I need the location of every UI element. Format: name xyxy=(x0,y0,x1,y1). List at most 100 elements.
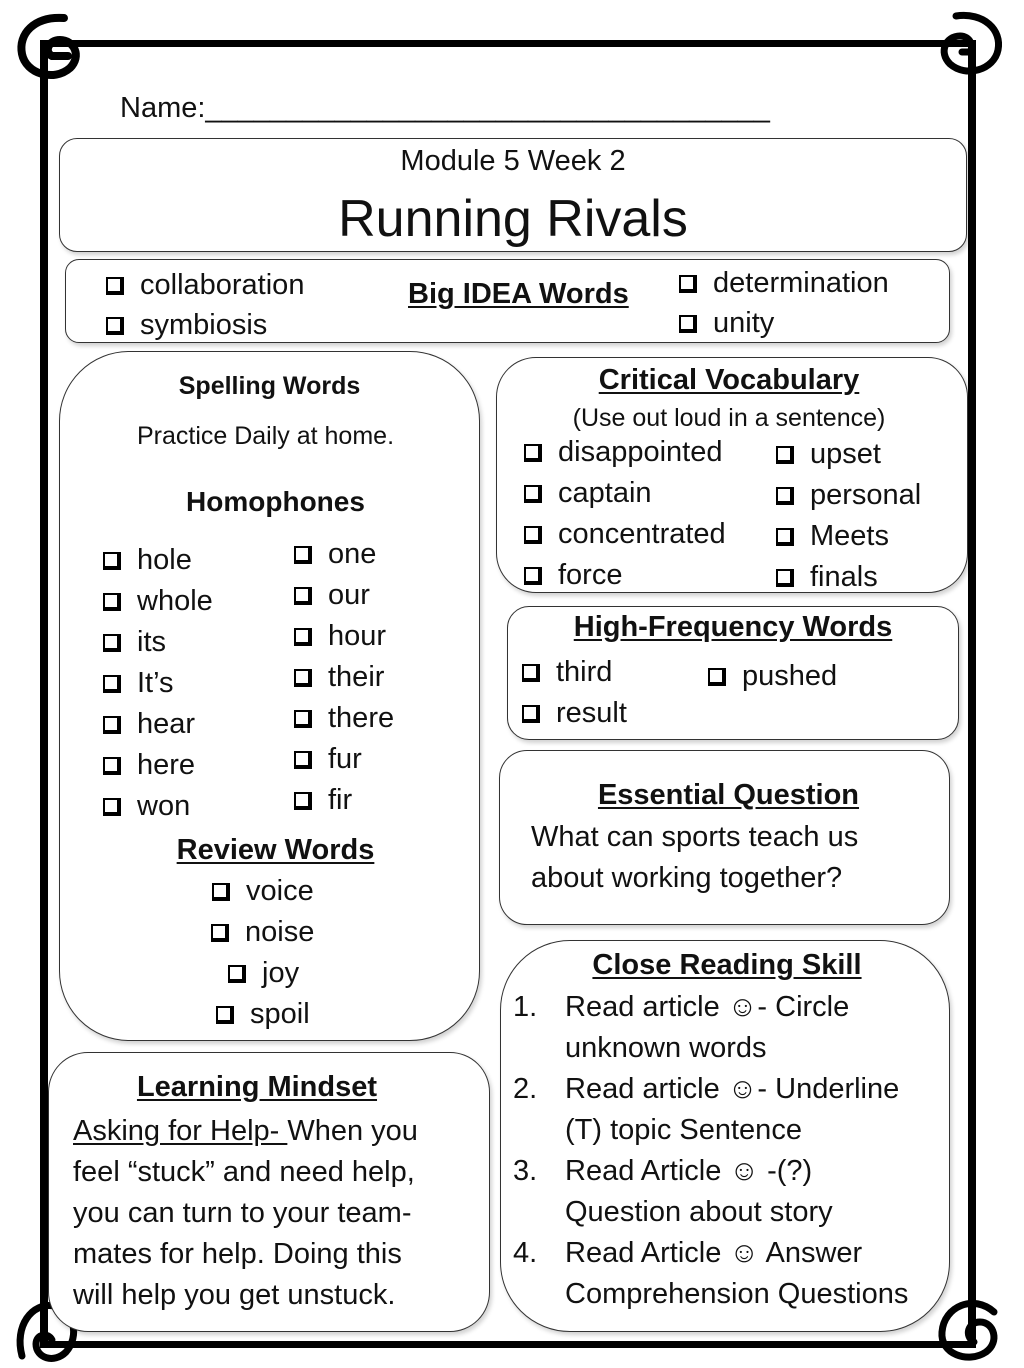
checklist-item[interactable]: hour xyxy=(294,619,386,653)
essential-question-box: Essential Question What can sports teach… xyxy=(499,750,950,925)
swirl-ornament-icon xyxy=(940,11,1003,75)
checklist-item[interactable]: concentrated xyxy=(524,517,726,551)
checklist-item[interactable]: fir xyxy=(294,783,352,817)
checkbox[interactable] xyxy=(776,446,794,464)
big-idea-heading: Big IDEA Words xyxy=(408,278,629,310)
checklist-item[interactable]: spoil xyxy=(216,997,310,1031)
checklist-item[interactable]: won xyxy=(103,789,190,823)
high-frequency-box: High-Frequency Words third result pushed xyxy=(507,606,959,740)
checkbox[interactable] xyxy=(211,924,229,942)
checklist-item[interactable]: its xyxy=(103,625,166,659)
spelling-subtitle: Practice Daily at home. xyxy=(136,422,395,450)
checkbox[interactable] xyxy=(524,485,542,503)
checklist-item[interactable]: captain xyxy=(524,476,652,510)
checklist-item[interactable]: joy xyxy=(228,956,299,990)
checkbox[interactable] xyxy=(294,710,312,728)
learning-mindset-line: will help you get unstuck. xyxy=(73,1279,396,1311)
checklist-item[interactable]: fur xyxy=(294,742,362,776)
asking-for-help-label: Asking for Help- xyxy=(73,1115,288,1147)
checkbox[interactable] xyxy=(524,567,542,585)
checkbox[interactable] xyxy=(103,798,121,816)
checklist-item[interactable]: third xyxy=(522,655,612,689)
checkbox[interactable] xyxy=(524,526,542,544)
module-label: Module 5 Week 2 xyxy=(400,145,626,177)
learning-mindset-line: you can turn to your team- xyxy=(73,1197,412,1229)
checklist-item[interactable]: hear xyxy=(103,707,195,741)
checklist-item[interactable]: finals xyxy=(776,560,878,594)
checklist-item[interactable]: collaboration xyxy=(106,268,304,302)
checkbox[interactable] xyxy=(106,277,124,295)
checklist-item[interactable]: voice xyxy=(212,874,314,908)
checkbox[interactable] xyxy=(776,487,794,505)
step-text: Comprehension Questions xyxy=(565,1278,909,1310)
checkbox[interactable] xyxy=(776,528,794,546)
step-text: (T) topic Sentence xyxy=(565,1114,802,1146)
big-idea-box: collaboration symbiosis Big IDEA Words d… xyxy=(65,259,950,343)
checklist-item[interactable]: It’s xyxy=(103,666,174,700)
checklist-item[interactable]: personal xyxy=(776,478,921,512)
checklist-item[interactable]: our xyxy=(294,578,370,612)
checklist-item[interactable]: one xyxy=(294,537,376,571)
checklist-item[interactable]: noise xyxy=(211,915,314,949)
checkbox[interactable] xyxy=(522,705,540,723)
checkbox[interactable] xyxy=(679,315,697,333)
checklist-item[interactable]: disappointed xyxy=(524,435,722,469)
step-text: Question about story xyxy=(565,1196,833,1228)
checkbox[interactable] xyxy=(522,664,540,682)
checkbox[interactable] xyxy=(212,883,230,901)
checkbox[interactable] xyxy=(103,593,121,611)
learning-mindset-line: feel “stuck” and need help, xyxy=(73,1156,415,1188)
essential-question-heading: Essential Question xyxy=(597,779,860,811)
checkbox[interactable] xyxy=(776,569,794,587)
checklist-item[interactable]: force xyxy=(524,558,622,592)
name-field[interactable]: Name:___________________________________ xyxy=(120,92,770,125)
checkbox[interactable] xyxy=(294,669,312,687)
close-reading-box: Close Reading Skill 1. Read article ☺- Ci… xyxy=(500,940,950,1332)
checkbox[interactable] xyxy=(103,634,121,652)
checkbox[interactable] xyxy=(294,628,312,646)
checklist-item[interactable]: determination xyxy=(679,266,889,300)
checkbox[interactable] xyxy=(524,444,542,462)
checklist-item[interactable]: pushed xyxy=(708,659,837,693)
name-blank[interactable]: ___________________________________ xyxy=(205,92,770,124)
step-text: Read article ☺- Underline xyxy=(565,1073,900,1105)
checklist-item[interactable]: whole xyxy=(103,584,213,618)
checkbox[interactable] xyxy=(103,675,121,693)
swirl-ornament-icon xyxy=(17,13,80,80)
step-text: Read Article ☺ -(?) xyxy=(565,1155,813,1187)
step-text: Read article ☺- Circle xyxy=(565,991,850,1023)
checklist-item[interactable]: their xyxy=(294,660,384,694)
checkbox[interactable] xyxy=(228,965,246,983)
checkbox[interactable] xyxy=(294,587,312,605)
essential-question-line: What can sports teach us xyxy=(531,821,859,853)
step-number: 2. xyxy=(513,1073,538,1105)
checkbox[interactable] xyxy=(294,751,312,769)
learning-mindset-heading: Learning Mindset xyxy=(136,1071,378,1103)
spelling-box: Spelling Words Practice Daily at home. H… xyxy=(59,351,480,1041)
checkbox[interactable] xyxy=(294,546,312,564)
checkbox[interactable] xyxy=(294,792,312,810)
checkbox[interactable] xyxy=(679,275,697,293)
checklist-item[interactable]: result xyxy=(522,696,627,730)
checklist-item[interactable]: upset xyxy=(776,437,881,471)
checklist-item[interactable]: here xyxy=(103,748,195,782)
spelling-heading: Spelling Words xyxy=(178,372,361,400)
checklist-item[interactable]: unity xyxy=(679,306,774,340)
step-number: 1. xyxy=(513,991,538,1023)
checkbox[interactable] xyxy=(708,668,726,686)
checkbox[interactable] xyxy=(103,552,121,570)
checkbox[interactable] xyxy=(103,757,121,775)
checklist-item[interactable]: symbiosis xyxy=(106,308,267,342)
checklist-item[interactable]: Meets xyxy=(776,519,889,553)
learning-mindset-line: Asking for Help- When you xyxy=(73,1115,418,1147)
checklist-item[interactable]: hole xyxy=(103,543,192,577)
homophones-heading: Homophones xyxy=(186,486,365,517)
name-label: Name: xyxy=(120,92,206,124)
checkbox[interactable] xyxy=(103,716,121,734)
step-text: Read Article ☺ Answer xyxy=(565,1237,863,1269)
checkbox[interactable] xyxy=(106,317,124,335)
critical-vocabulary-heading: Critical Vocabulary xyxy=(598,364,860,396)
checkbox[interactable] xyxy=(216,1006,234,1024)
essential-question-line: about working together? xyxy=(531,862,843,894)
checklist-item[interactable]: there xyxy=(294,701,394,735)
